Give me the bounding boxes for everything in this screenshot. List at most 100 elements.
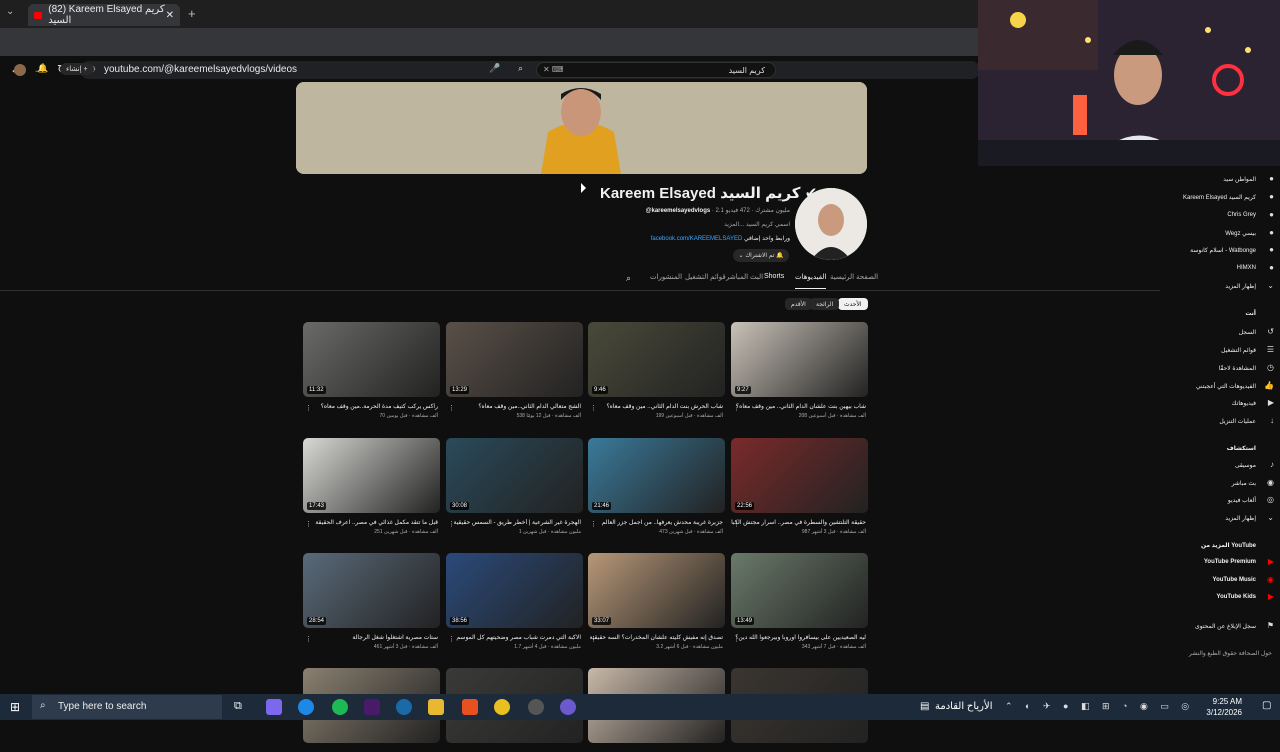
sidebar-kids[interactable]: YouTube Kids [1217, 594, 1256, 600]
video-title[interactable]: ليه الصعيديين على بيسافروا اوروبا وبيرجع… [731, 634, 868, 641]
weather-icon[interactable]: ▤ [920, 701, 929, 712]
channel-description[interactable]: اسمي كريم السيد ...المزيد [640, 221, 790, 228]
video-thumbnail[interactable]: 30:08 [446, 438, 583, 513]
video-card[interactable]: 9:27 شاب بيهين بنت علشان الدام الثاني.. م… [731, 322, 868, 419]
clear-search-icon[interactable]: ✕ ⌨ [543, 65, 563, 74]
video-title[interactable]: جزيرة غريبة محدش يعرفها.. من اجمل جزر ال… [588, 519, 725, 526]
sidebar-liked[interactable]: الفيديوهات التي أعجبتني [1196, 383, 1256, 390]
video-menu-icon[interactable]: ⋮ [590, 520, 597, 528]
video-thumbnail[interactable]: 28:54 [303, 553, 440, 628]
video-menu-icon[interactable]: ⋮ [733, 404, 740, 412]
windows-start-icon[interactable]: ⊞ [10, 700, 20, 714]
video-card[interactable]: 28:54 ستات مصرية اشتغلوا شغل الرجالة 461 أ… [303, 553, 440, 650]
video-card[interactable]: 11:32 راكس يركب كتيف مدة الحرمة..مين وقف … [303, 322, 440, 419]
sidebar-watch-later[interactable]: المشاهدة لاحقًا [1219, 365, 1256, 372]
discord-icon[interactable] [560, 699, 576, 715]
sidebar-show-more[interactable]: إظهار المزيد [1225, 283, 1256, 290]
video-title[interactable]: راكس يركب كتيف مدة الحرمة..مين وقف معاه؟ [303, 403, 440, 410]
new-tab-icon[interactable]: + [188, 6, 196, 21]
tab-shorts[interactable]: Shorts [764, 273, 784, 280]
sidebar-footer[interactable]: حول الصحافة حقوق الطبع والنشر [1189, 650, 1272, 657]
chrome-icon[interactable] [494, 699, 510, 715]
video-thumbnail[interactable]: 38:56 [446, 553, 583, 628]
video-thumbnail[interactable]: 9:46 [588, 322, 725, 397]
search-icon[interactable]: ⌕ [518, 63, 523, 74]
create-button[interactable]: إنشاء + [60, 63, 94, 75]
browser-tab[interactable]: (82) Kareem Elsayed كريم السيد ✕ [28, 4, 180, 26]
video-title[interactable]: شاب بيهين بنت علشان الدام الثاني.. مين و… [731, 403, 868, 410]
video-menu-icon[interactable]: ⋮ [733, 520, 740, 528]
brave-icon[interactable] [462, 699, 478, 715]
video-menu-icon[interactable]: ⋮ [448, 404, 455, 412]
tab-videos[interactable]: الفيديوهات [795, 273, 827, 289]
video-thumbnail[interactable]: 11:32 [303, 322, 440, 397]
video-thumbnail[interactable]: 13:49 [731, 553, 868, 628]
video-title[interactable]: تصدق إنه مفيش كليته علشان المخدرات؟ السه… [588, 634, 725, 641]
task-view-icon[interactable]: ⧉ [234, 700, 242, 713]
video-menu-icon[interactable]: ⋮ [733, 635, 740, 643]
video-card[interactable]: 33:07 تصدق إنه مفيش كليته علشان المخدرات؟… [588, 553, 725, 650]
video-menu-icon[interactable]: ⋮ [448, 635, 455, 643]
tab-live[interactable]: البث المباشر [726, 273, 763, 281]
video-thumbnail[interactable]: 17:43 [303, 438, 440, 513]
taskbar-clock[interactable]: 9:25 AM 3/12/2026 [1202, 696, 1242, 718]
sort-oldest-chip[interactable]: الأقدم [785, 298, 812, 310]
video-menu-icon[interactable]: ⋮ [448, 520, 455, 528]
system-tray-icons[interactable]: ⌃ ◐ ✈ ● ◧ ⊞ ◔ ◉ ▭ ◎ [1005, 701, 1194, 712]
tab-home[interactable]: الصفحة الرئيسية [830, 273, 878, 281]
video-card[interactable]: 22:56 حقيقة التلتشين والسطرة في مصر.. اسر… [731, 438, 868, 535]
sidebar-your-videos[interactable]: فيديوهاتك [1232, 400, 1256, 407]
sidebar-sub-2[interactable]: Kareem Elsayed كريم السيد [1183, 194, 1256, 201]
notifications-center-icon[interactable]: ▢ [1262, 700, 1271, 711]
account-avatar[interactable] [14, 64, 26, 76]
sidebar-music-app[interactable]: YouTube Music [1213, 577, 1256, 583]
obs-icon[interactable] [528, 699, 544, 715]
video-card[interactable]: 21:46 جزيرة غريبة محدش يعرفها.. من اجمل ج… [588, 438, 725, 535]
spotify-icon[interactable] [332, 699, 348, 715]
video-card[interactable]: 30:08 الهجرة غير الشرعية | أخطر طريق - ال… [446, 438, 583, 535]
video-title[interactable]: الهجرة غير الشرعية | أخطر طريق - السمس ح… [446, 519, 583, 526]
copilot-icon[interactable] [266, 699, 282, 715]
sidebar-sub-5[interactable]: اسلام كانوسة - Watbonge [1190, 247, 1256, 254]
video-card[interactable]: 13:49 ليه الصعيديين على بيسافروا اوروبا و… [731, 553, 868, 650]
video-thumbnail[interactable]: 22:56 [731, 438, 868, 513]
video-menu-icon[interactable]: ⋮ [590, 635, 597, 643]
video-thumbnail[interactable]: 13:29 [446, 322, 583, 397]
video-card[interactable]: 13:29 الشج متعالي الدام الثاني..مين وقف م… [446, 322, 583, 419]
video-title[interactable]: الشج متعالي الدام الثاني..مين وقف معاه؟ [446, 403, 583, 410]
sidebar-live[interactable]: بث مباشر [1232, 480, 1256, 487]
capcut-icon[interactable] [396, 699, 412, 715]
sidebar-sub-6[interactable]: HIMXN [1237, 265, 1256, 271]
sidebar-playlists[interactable]: قوائم التشغيل [1221, 347, 1256, 354]
video-title[interactable]: قبل ما تتقد مكمل غذائي في مصر.. اعرف الح… [303, 519, 440, 526]
taskbar-search[interactable]: ⌕ Type here to search [32, 695, 222, 719]
sidebar-sub-3[interactable]: Chris Grey [1227, 212, 1256, 218]
video-title[interactable]: ستات مصرية اشتغلوا شغل الرجالة [303, 634, 440, 641]
voice-search-icon[interactable]: 🎤 [489, 63, 500, 74]
sidebar-sub-1[interactable]: المواطن سيد [1223, 176, 1256, 183]
channel-links[interactable]: facebook.com/KAREEMELSAYED ورابط واحد إض… [600, 235, 790, 242]
video-thumbnail[interactable]: 33:07 [588, 553, 725, 628]
video-menu-icon[interactable]: ⋮ [590, 404, 597, 412]
sidebar-music[interactable]: موسيقى [1235, 462, 1256, 469]
video-menu-icon[interactable]: ⋮ [305, 520, 312, 528]
you-heading[interactable]: أنت [1245, 310, 1256, 317]
video-card[interactable]: 38:56 الاكبة التي دمرت شباب مصر وضحيتهم ك… [446, 553, 583, 650]
notifications-icon[interactable]: 🔔 [37, 63, 48, 74]
channel-link-more[interactable]: ورابط واحد إضافي [744, 236, 790, 242]
sort-popular-chip[interactable]: الرائجة [810, 298, 840, 310]
subscribed-button[interactable]: ⌄ تم الاشتراك 🔔 [733, 249, 789, 262]
video-thumbnail[interactable]: 9:27 [731, 322, 868, 397]
sidebar-premium[interactable]: YouTube Premium [1204, 559, 1256, 565]
sidebar-report[interactable]: سجل الإبلاغ عن المحتوى [1195, 623, 1256, 630]
close-tab-icon[interactable]: ✕ [166, 10, 174, 21]
sidebar-gaming[interactable]: ألعاب فيديو [1228, 497, 1256, 504]
channel-search-icon[interactable]: ⌕ [626, 273, 631, 284]
sidebar-explore-more[interactable]: إظهار المزيد [1225, 515, 1256, 522]
search-input[interactable]: ✕ ⌨ كريم السيد [536, 62, 776, 78]
video-card[interactable]: 17:43 قبل ما تتقد مكمل غذائي في مصر.. اعر… [303, 438, 440, 535]
channel-link[interactable]: facebook.com/KAREEMELSAYED [651, 236, 743, 242]
sort-latest-chip[interactable]: الأحدث [838, 298, 868, 310]
weather-text[interactable]: الأرياح القادمة [935, 701, 992, 712]
video-title[interactable]: الاكبة التي دمرت شباب مصر وضحيتهم كل الم… [446, 634, 583, 641]
